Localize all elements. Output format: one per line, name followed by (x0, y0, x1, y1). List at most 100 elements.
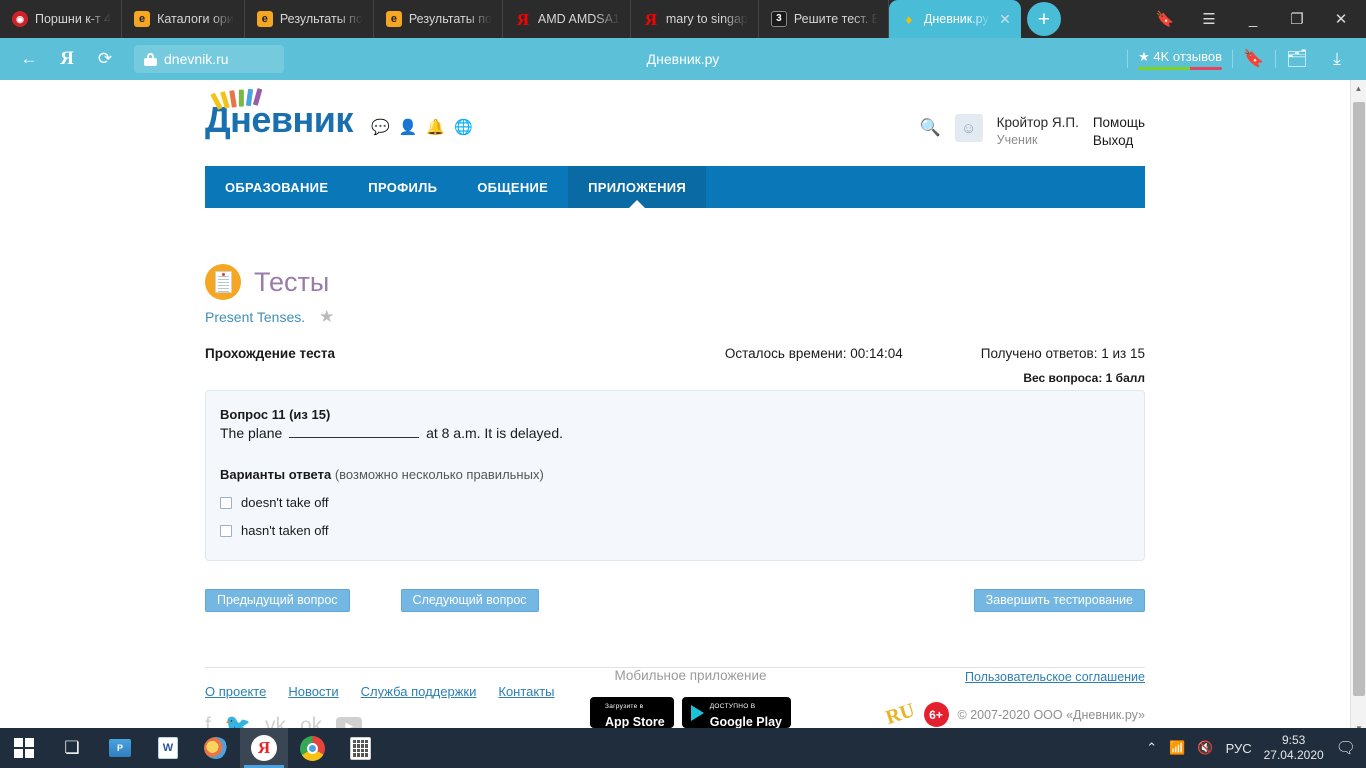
contacts-icon[interactable]: 👤 (399, 118, 418, 136)
answers-label: Варианты ответа (возможно несколько прав… (220, 467, 1130, 482)
chrome-icon[interactable] (288, 728, 336, 768)
word-icon[interactable]: W (144, 728, 192, 768)
tab-title: Результаты по (409, 12, 492, 26)
start-icon[interactable] (0, 728, 48, 768)
browser-tab-bar: ◉ Поршни к-т 4 e Каталоги ори e Результа… (0, 0, 1366, 38)
reviews-badge[interactable]: ★ 4K отзывов (1130, 49, 1230, 70)
address-bar[interactable]: dnevnik.ru (134, 45, 284, 73)
back-icon[interactable]: ← (10, 44, 48, 74)
question-text: The plane at 8 a.m. It is delayed. (220, 424, 1130, 441)
question-blank (289, 424, 419, 438)
user-agreement-link[interactable]: Пользовательское соглашение (965, 670, 1145, 684)
finish-test-button[interactable]: Завершить тестирование (974, 589, 1145, 612)
window-controls: 🔖 ☰ _ ❐ ✕ (1144, 0, 1366, 38)
answer-label: hasn't taken off (241, 523, 329, 538)
notifications-icon[interactable]: 🗨 (1336, 738, 1356, 758)
menu-icon[interactable]: ☰ (1188, 2, 1230, 36)
browser-tab-active[interactable]: ♦ Дневник.ру ✕ (889, 0, 1021, 38)
footer-link-contacts[interactable]: Контакты (498, 684, 554, 699)
browser-tab[interactable]: 3 Решите тест. Е (759, 0, 889, 38)
answer-checkbox[interactable] (220, 497, 232, 509)
previous-question-button[interactable]: Предыдущий вопрос (205, 589, 350, 612)
browser-tab[interactable]: Я AMD AMDSA1 (503, 0, 631, 38)
copyright-text: © 2007-2020 ООО «Дневник.ру» (958, 708, 1145, 722)
windows-taskbar: ❏ P W Я ⌃ 📶 🔇 РУС 9:53 27.04.2020 🗨 (0, 728, 1366, 768)
bookmark-icon[interactable]: 🔖 (1235, 44, 1273, 74)
site-logo[interactable]: Дневник (205, 96, 353, 138)
messages-icon[interactable]: 💬 (371, 118, 390, 136)
next-question-button[interactable]: Следующий вопрос (401, 589, 539, 612)
nav-item-profile[interactable]: ПРОФИЛЬ (348, 166, 457, 208)
answers-title: Варианты ответа (220, 467, 331, 482)
close-window-button[interactable]: ✕ (1320, 2, 1362, 36)
notifications-icon[interactable]: 🔔 (426, 118, 445, 136)
calculator-icon[interactable] (336, 728, 384, 768)
answer-option-row[interactable]: doesn't take off (220, 495, 1130, 510)
nav-item-communication[interactable]: ОБЩЕНИЕ (457, 166, 568, 208)
tray-chevron-icon[interactable]: ⌃ (1146, 740, 1157, 756)
powerpoint-icon[interactable]: P (96, 728, 144, 768)
tab-title: Решите тест. Е (794, 12, 878, 26)
google-play-button[interactable]: ДОСТУПНО В Google Play (682, 697, 791, 728)
reload-icon[interactable]: ⟳ (86, 44, 124, 74)
page-scrollbar[interactable]: ▲ ▼ (1350, 80, 1366, 736)
logout-link[interactable]: Выход (1093, 132, 1145, 150)
scroll-up-icon[interactable]: ▲ (1351, 80, 1366, 96)
user-name: Кройтор Я.П. (997, 114, 1079, 132)
tab-title: Дневник.ру (924, 12, 992, 26)
footer-link-news[interactable]: Новости (288, 684, 338, 699)
test-section-label: Прохождение теста (205, 346, 335, 361)
scrollbar-thumb[interactable] (1353, 102, 1365, 696)
divider (1127, 50, 1128, 68)
footer-link-support[interactable]: Служба поддержки (361, 684, 477, 699)
footer-link-about[interactable]: О проекте (205, 684, 266, 699)
user-block[interactable]: Кройтор Я.П. Ученик (997, 114, 1079, 149)
browser-tab[interactable]: e Результаты по (245, 0, 374, 38)
nav-item-education[interactable]: ОБРАЗОВАНИЕ (205, 166, 348, 208)
answer-option-row[interactable]: hasn't taken off (220, 523, 1130, 538)
new-tab-button[interactable]: + (1027, 2, 1061, 36)
tab-title: Каталоги ори (157, 12, 234, 26)
globe-icon[interactable]: 🌐 (454, 118, 473, 136)
answer-checkbox[interactable] (220, 525, 232, 537)
language-indicator[interactable]: РУС (1226, 741, 1252, 756)
reviews-bar (1138, 67, 1222, 70)
maximize-button[interactable]: ❐ (1276, 2, 1318, 36)
collections-icon[interactable]: 🗂 (1278, 44, 1316, 74)
nav-item-applications-label: ПРИЛОЖЕНИЯ (588, 180, 686, 195)
taskbar-clock[interactable]: 9:53 27.04.2020 (1264, 733, 1324, 763)
search-icon[interactable]: 🔍 (919, 114, 940, 138)
answers-received: Получено ответов: 1 из 15 (981, 346, 1145, 361)
browser-tab[interactable]: ◉ Поршни к-т 4 (0, 0, 122, 38)
page-content: Дневник 💬 👤 🔔 🌐 🔍 ☺ Кройтор Я.П. Ученик … (0, 80, 1350, 736)
browser-tab[interactable]: e Результаты по (374, 0, 503, 38)
bookmarks-icon[interactable]: 🔖 (1144, 2, 1186, 36)
answer-label: doesn't take off (241, 495, 329, 510)
main-content: Тесты Present Tenses. ★ Прохождение тест… (205, 208, 1145, 611)
browser-tab[interactable]: e Каталоги ори (122, 0, 245, 38)
help-link[interactable]: Помощь (1093, 114, 1145, 132)
close-icon[interactable]: ✕ (999, 12, 1011, 26)
site-footer: О проекте Новости Служба поддержки Конта… (205, 667, 1145, 736)
mobile-app-title: Мобильное приложение (590, 668, 791, 683)
copyright-row: RU 6+ © 2007-2020 ООО «Дневник.ру» (886, 702, 1145, 727)
star-icon[interactable]: ★ (319, 307, 334, 327)
volume-muted-icon[interactable]: 🔇 (1197, 740, 1213, 756)
navigation-buttons: Предыдущий вопрос Следующий вопрос Завер… (205, 589, 1145, 611)
yandex-browser-icon[interactable]: Я (240, 728, 288, 768)
yandex-home-icon[interactable]: Я (48, 44, 86, 74)
download-icon[interactable]: ⤓ (1318, 44, 1356, 74)
tests-document-icon (205, 264, 241, 300)
task-view-icon[interactable]: ❏ (48, 728, 96, 768)
avatar[interactable]: ☺ (955, 114, 983, 142)
nav-item-applications[interactable]: ПРИЛОЖЕНИЯ (568, 166, 706, 208)
browser-tab[interactable]: Я mary to singap (631, 0, 759, 38)
app-store-button[interactable]: Загрузите в App Store (590, 697, 674, 728)
yandex-icon: Я (515, 11, 531, 27)
age-rating-badge: 6+ (924, 702, 949, 727)
wifi-icon[interactable]: 📶 (1169, 740, 1185, 756)
minimize-button[interactable]: _ (1232, 2, 1274, 36)
dnevnik-icon: ♦ (901, 11, 917, 27)
paint-icon[interactable] (192, 728, 240, 768)
toolbar-right: ★ 4K отзывов 🔖 🗂 ⤓ (1127, 44, 1356, 74)
